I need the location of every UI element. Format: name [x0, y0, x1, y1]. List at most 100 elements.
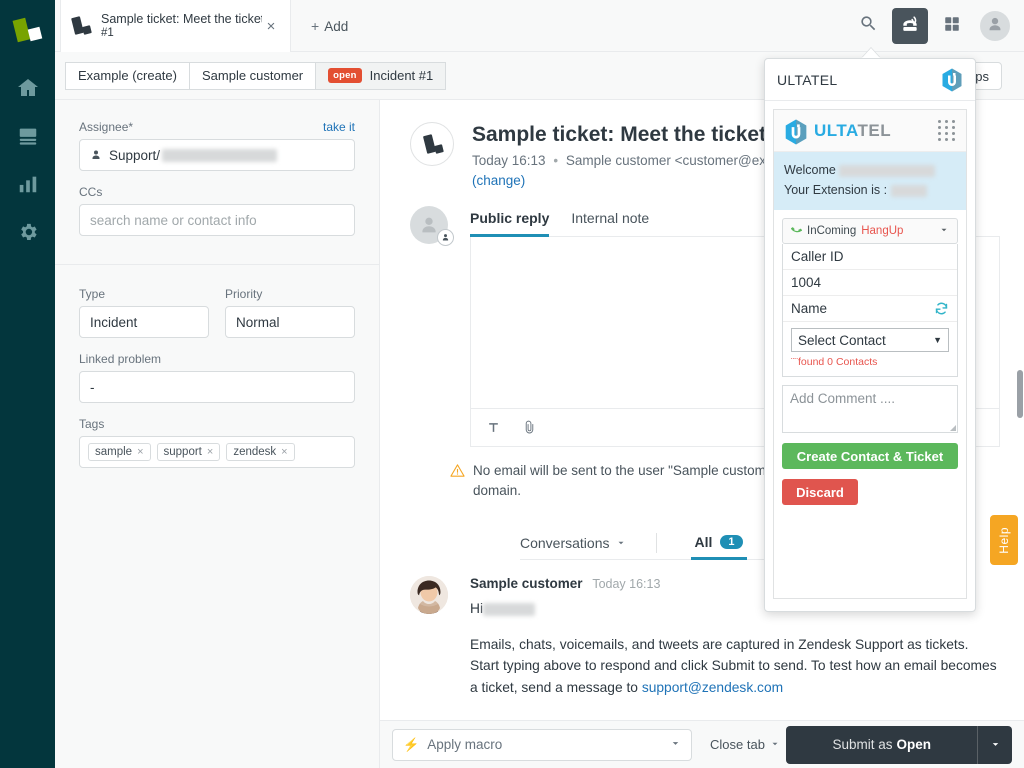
support-email-link[interactable]: support@zendesk.com: [642, 680, 783, 695]
sidebar-item-admin[interactable]: [0, 210, 55, 258]
assignee-value: Support/: [109, 147, 161, 163]
chevron-down-icon[interactable]: [939, 225, 949, 238]
welcome-line-1: Welcome: [784, 160, 956, 180]
greeting-text: Hi: [470, 601, 484, 617]
tab-internal-note[interactable]: Internal note: [571, 206, 649, 237]
assignee-redacted-value: [162, 148, 278, 162]
remove-tag-icon[interactable]: ×: [207, 446, 213, 458]
ticket-tab-number: #1: [101, 26, 114, 39]
tag-label: support: [163, 446, 202, 458]
conversations-dropdown[interactable]: Conversations: [520, 527, 626, 559]
chevron-down-icon: [616, 535, 626, 551]
ticket-timestamp: Today 16:13: [472, 153, 546, 169]
discard-button[interactable]: Discard: [782, 479, 858, 505]
apps-grid-icon: [943, 15, 961, 38]
tab-all-conversations[interactable]: All 1: [690, 526, 747, 561]
priority-select[interactable]: Normal: [225, 306, 355, 338]
type-label: Type: [79, 287, 106, 301]
scrollbar-thumb[interactable]: [1017, 370, 1023, 418]
assignee-input[interactable]: Support/: [79, 139, 355, 171]
add-comment-textarea[interactable]: Add Comment ....: [782, 385, 958, 433]
close-tab-label: Close tab: [710, 737, 765, 752]
tags-input[interactable]: sample × support × zendesk ×: [79, 436, 355, 468]
ultatel-popup: ULTATEL ULTATEL Welcome Your Extension i…: [764, 58, 976, 612]
take-it-link[interactable]: take it: [323, 120, 355, 134]
apps-grid-button[interactable]: [934, 8, 970, 44]
sidebar-item-home[interactable]: [0, 66, 55, 114]
telephony-button[interactable]: [892, 8, 928, 44]
public-reply-badge-icon: [437, 229, 454, 247]
zendesk-logo[interactable]: [11, 14, 45, 48]
text-format-icon[interactable]: [487, 421, 500, 434]
tag-chip: support ×: [156, 443, 221, 461]
breadcrumb-label: Example (create): [78, 68, 177, 83]
ticket-tab[interactable]: Sample ticket: Meet the ticket #1 ×: [60, 0, 291, 52]
contacts-found-text: ¨¨found 0 Contacts: [791, 356, 878, 368]
tag-chip: sample ×: [88, 443, 151, 461]
breadcrumb-item-0[interactable]: Example (create): [65, 61, 190, 90]
refresh-icon[interactable]: [934, 301, 949, 316]
ultatel-app-frame: ULTATEL Welcome Your Extension is : InCo…: [773, 109, 967, 599]
call-state-bar[interactable]: InComing HangUp: [782, 218, 958, 244]
popup-arrow: [862, 48, 880, 58]
submit-options-button[interactable]: [978, 725, 1012, 764]
add-tab-button[interactable]: + Add: [295, 0, 364, 52]
breadcrumb-item-1[interactable]: Sample customer: [188, 61, 317, 90]
agent-avatar: [410, 206, 454, 247]
avatar: [410, 576, 448, 615]
user-avatar-button[interactable]: [980, 11, 1010, 41]
phone-handset-icon: [790, 224, 803, 238]
sidebar-item-views[interactable]: [0, 114, 55, 162]
help-tab-button[interactable]: Help: [990, 515, 1018, 565]
submit-button[interactable]: Submit as Open: [786, 725, 978, 764]
change-requester-link[interactable]: (change): [472, 173, 525, 188]
warning-triangle-icon: [450, 461, 465, 500]
breadcrumb-item-2[interactable]: open Incident #1: [315, 61, 447, 90]
app-root: Sample ticket: Meet the ticket #1 × + Ad…: [0, 0, 1024, 768]
close-icon[interactable]: ×: [262, 17, 280, 35]
create-contact-and-ticket-button[interactable]: Create Contact & Ticket: [782, 443, 958, 469]
remove-tag-icon[interactable]: ×: [281, 446, 287, 458]
bottom-action-bar: ⚡ Apply macro Close tab Submit as Open: [380, 720, 1024, 768]
welcome-prefix: Welcome: [784, 163, 836, 177]
caller-info-card: Caller ID 1004 Name Select Contact ▼ ¨¨f…: [782, 244, 958, 377]
bar-chart-icon: [17, 173, 39, 200]
sidebar-item-reporting[interactable]: [0, 162, 55, 210]
ccs-label: CCs: [79, 185, 103, 199]
call-direction-label: InComing: [807, 225, 857, 237]
priority-label: Priority: [225, 287, 263, 301]
attachment-icon[interactable]: [522, 420, 537, 435]
caller-id-label: Caller ID: [791, 249, 844, 264]
contact-select-wrap: Select Contact ▼: [783, 322, 957, 354]
left-sidebar: [0, 0, 55, 768]
comment-wrapper: Add Comment ....: [782, 385, 958, 433]
hangup-button[interactable]: HangUp: [861, 225, 903, 237]
ticket-avatar-icon: [410, 122, 454, 166]
dialpad-icon[interactable]: [938, 119, 956, 142]
chevron-down-icon: [770, 737, 780, 752]
ccs-input[interactable]: search name or contact info: [79, 204, 355, 236]
ticket-properties-panel: Assignee* take it Support/ CCs search na…: [55, 100, 380, 768]
close-tab-button[interactable]: Close tab: [710, 737, 780, 752]
select-contact-dropdown[interactable]: Select Contact ▼: [791, 328, 949, 352]
linked-problem-select[interactable]: -: [79, 371, 355, 403]
message-paragraph: Emails, chats, voicemails, and tweets ar…: [470, 634, 1000, 698]
meta-separator: •: [553, 153, 559, 169]
divider: [655, 532, 657, 553]
assignee-field-group: Assignee* take it Support/: [79, 120, 355, 171]
plus-icon: +: [311, 18, 320, 34]
type-select[interactable]: Incident: [79, 306, 209, 338]
breadcrumb-label: Incident #1: [369, 68, 434, 83]
remove-tag-icon[interactable]: ×: [137, 446, 143, 458]
tag-chip: zendesk ×: [226, 443, 295, 461]
conversations-label: Conversations: [520, 535, 610, 552]
welcome-banner: Welcome Your Extension is :: [774, 152, 966, 210]
tab-public-reply[interactable]: Public reply: [470, 206, 550, 238]
gear-icon: [17, 221, 39, 248]
caller-id-value: 1004: [791, 275, 822, 290]
views-icon: [17, 125, 39, 152]
ccs-field-group: CCs search name or contact info: [79, 185, 355, 236]
apply-macro-select[interactable]: ⚡ Apply macro: [392, 728, 692, 761]
resize-grip-icon[interactable]: [950, 425, 956, 431]
search-button[interactable]: [850, 8, 886, 44]
